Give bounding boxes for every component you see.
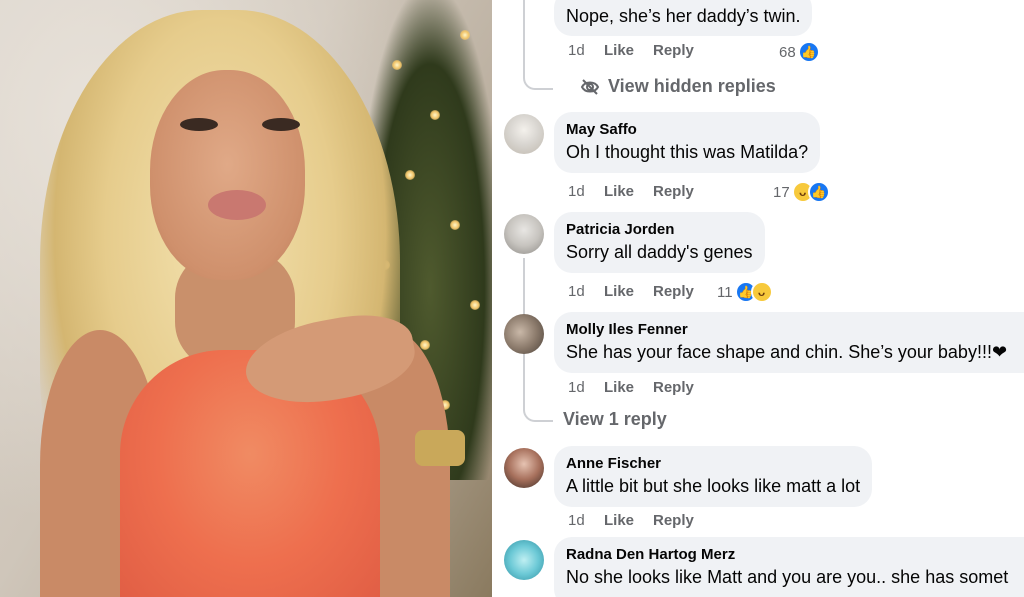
comment-actions: 1d Like Reply [568, 379, 694, 399]
post-photo[interactable] [0, 0, 492, 597]
tree-light [460, 30, 470, 40]
reply-button[interactable]: Reply [653, 379, 694, 399]
comment-text: Oh I thought this was Matilda? [566, 142, 809, 162]
view-hidden-replies-label: View hidden replies [608, 76, 776, 96]
thread-connector [523, 396, 553, 422]
right-eye [262, 118, 300, 131]
comment-bubble: Anne Fischer A little bit but she looks … [554, 446, 873, 507]
view-replies-label: View 1 reply [563, 409, 667, 429]
reaction-count: 11 [717, 283, 733, 301]
tree-light [405, 170, 415, 180]
comment-actions: 1d Like Reply [568, 283, 694, 303]
view-replies-link[interactable]: View 1 reply [563, 409, 667, 430]
tree-light [392, 60, 402, 70]
comment-text: A little bit but she looks like matt a l… [566, 476, 861, 496]
comment-bubble: Patricia Jorden Sorry all daddy's genes [554, 212, 765, 273]
reaction-summary[interactable]: 17 ᴗ 👍 [773, 180, 830, 204]
avatar[interactable] [504, 448, 544, 488]
eye-slash-icon [580, 77, 600, 97]
like-reaction-icon: 👍 [807, 181, 830, 203]
reply-button[interactable]: Reply [653, 183, 694, 203]
avatar[interactable] [504, 114, 544, 154]
wrist-watch [415, 430, 465, 466]
like-button[interactable]: Like [604, 283, 653, 303]
reply-button[interactable]: Reply [653, 283, 694, 303]
reply-button[interactable]: Reply [653, 42, 694, 62]
lips [208, 190, 266, 220]
comment-timestamp[interactable]: 1d [568, 512, 604, 532]
comment-bubble: Nope, she’s her daddy’s twin. [554, 0, 813, 36]
tree-light [430, 110, 440, 120]
comment-actions: 1d Like Reply [568, 42, 694, 62]
tree-light [450, 220, 460, 230]
like-button[interactable]: Like [604, 42, 653, 62]
comment-actions: 1d Like Reply [568, 183, 694, 203]
thread-line [523, 0, 525, 60]
face [150, 70, 305, 280]
like-button[interactable]: Like [604, 379, 653, 399]
like-button[interactable]: Like [604, 183, 653, 203]
comment-text: No she looks like Matt and you are you..… [566, 567, 1009, 587]
comment-timestamp[interactable]: 1d [568, 42, 604, 62]
avatar[interactable] [504, 314, 544, 354]
comment-author[interactable]: Patricia Jorden [566, 220, 753, 240]
comment-timestamp[interactable]: 1d [568, 379, 604, 399]
comment-timestamp[interactable]: 1d [568, 283, 604, 303]
comment-author[interactable]: Molly Iles Fenner [566, 320, 1012, 340]
comment-text: Sorry all daddy's genes [566, 242, 753, 262]
comment-author[interactable]: May Saffo [566, 120, 808, 140]
comment-timestamp[interactable]: 1d [568, 183, 604, 203]
comment-author[interactable]: Anne Fischer [566, 454, 860, 474]
avatar[interactable] [504, 214, 544, 254]
tree-light [470, 300, 480, 310]
reaction-summary[interactable]: 11 👍 ᴗ [717, 280, 773, 304]
tree-light [420, 340, 430, 350]
avatar[interactable] [504, 540, 544, 580]
haha-reaction-icon: ᴗ [750, 281, 773, 303]
comment-bubble: May Saffo Oh I thought this was Matilda? [554, 112, 821, 173]
comment-author[interactable]: Radna Den Hartog Merz [566, 545, 1012, 565]
comment-actions: 1d Like Reply [568, 512, 694, 532]
view-hidden-replies-link[interactable]: View hidden replies [580, 76, 776, 97]
reaction-count: 17 [773, 183, 790, 201]
comments-panel: Nope, she’s her daddy’s twin. 1d Like Re… [492, 0, 1024, 597]
reply-button[interactable]: Reply [653, 512, 694, 532]
like-button[interactable]: Like [604, 512, 653, 532]
reaction-count: 68 [779, 43, 796, 61]
comment-text: She has your face shape and chin. She’s … [566, 342, 1008, 362]
comment-text: Nope, she’s her daddy’s twin. [566, 6, 801, 26]
like-reaction-icon: 👍 [797, 41, 820, 63]
reaction-summary[interactable]: 68 👍 [779, 40, 820, 64]
comment-bubble: Molly Iles Fenner She has your face shap… [554, 312, 1024, 373]
thread-connector [523, 56, 553, 90]
left-eye [180, 118, 218, 131]
comment-bubble: Radna Den Hartog Merz No she looks like … [554, 537, 1024, 597]
